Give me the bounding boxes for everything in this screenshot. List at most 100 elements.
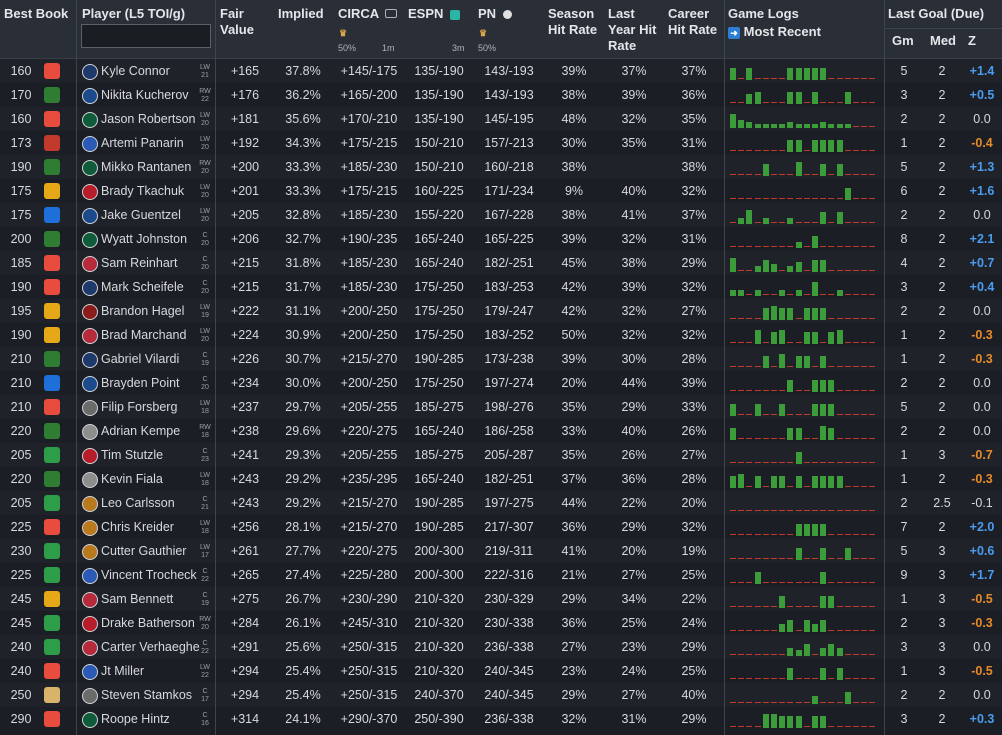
game-log-bars[interactable]: [730, 155, 880, 179]
draftkings-icon[interactable]: [44, 639, 60, 655]
table-row[interactable]: 160 Kyle Connor LW 21 +165 37.8% +145/-175 135/…: [0, 59, 1002, 83]
table-row[interactable]: 210 Gabriel Vilardi C 19 +226 30.7% +215/-270 1…: [0, 347, 1002, 371]
game-log-bars[interactable]: [730, 563, 880, 587]
table-row[interactable]: 190 Mark Scheifele C 20 +215 31.7% +185/-230 17…: [0, 275, 1002, 299]
table-row[interactable]: 220 Adrian Kempe RW 18 +238 29.6% +220/-275 165…: [0, 419, 1002, 443]
caesars-icon[interactable]: [44, 303, 60, 319]
caesars-icon[interactable]: [44, 591, 60, 607]
game-log-bars[interactable]: [730, 371, 880, 395]
draftkings-icon[interactable]: [44, 543, 60, 559]
fanatics-icon[interactable]: [44, 207, 60, 223]
table-row[interactable]: 250 Steven Stamkos C 17 +294 25.4% +250/-315 24…: [0, 683, 1002, 707]
header-gm[interactable]: Gm: [888, 28, 918, 58]
fanduel-icon[interactable]: [44, 279, 60, 295]
game-log-bars[interactable]: [730, 419, 880, 443]
table-row[interactable]: 200 Wyatt Johnston C 20 +206 32.7% +190/-235 16…: [0, 227, 1002, 251]
fanduel-icon[interactable]: [44, 255, 60, 271]
draftkings-icon[interactable]: [44, 495, 60, 511]
table-row[interactable]: 225 Chris Kreider LW 18 +256 28.1% +215/-270 19…: [0, 515, 1002, 539]
table-row[interactable]: 160 Jason Robertson LW 20 +181 35.6% +170/-210…: [0, 107, 1002, 131]
draftkings-icon[interactable]: [44, 615, 60, 631]
table-row[interactable]: 205 Leo Carlsson C 21 +243 29.2% +215/-270 190/…: [0, 491, 1002, 515]
table-row[interactable]: 175 Brady Tkachuk LW 20 +201 33.3% +175/-215 16…: [0, 179, 1002, 203]
fanduel-icon[interactable]: [44, 63, 60, 79]
game-log-bars[interactable]: [730, 59, 880, 83]
header-game-logs[interactable]: Game Logs ➜ Most Recent: [724, 0, 884, 58]
betmgm-icon[interactable]: [44, 231, 60, 247]
game-log-bars[interactable]: [730, 491, 880, 515]
game-log-bars[interactable]: [730, 107, 880, 131]
game-log-bars[interactable]: [730, 683, 880, 707]
header-pn[interactable]: PN ♛ 50%: [474, 0, 544, 58]
header-season-hit-rate[interactable]: Season Hit Rate: [544, 0, 604, 58]
header-espn[interactable]: ESPN 3m: [404, 0, 474, 58]
table-row[interactable]: 225 Vincent Trocheck C 22 +265 27.4% +225/-280…: [0, 563, 1002, 587]
draftkings-icon[interactable]: [44, 567, 60, 583]
table-row[interactable]: 220 Kevin Fiala LW 18 +243 29.2% +235/-295 165/…: [0, 467, 1002, 491]
table-row[interactable]: 230 Cutter Gauthier LW 17 +261 27.7% +220/-275…: [0, 539, 1002, 563]
game-log-bars[interactable]: [730, 83, 880, 107]
table-row[interactable]: 173 Artemi Panarin LW 20 +192 34.3% +175/-215 1…: [0, 131, 1002, 155]
table-row[interactable]: 245 Drake Batherson RW 20 +284 26.1% +245/-310…: [0, 611, 1002, 635]
fanduel-icon[interactable]: [44, 111, 60, 127]
header-med[interactable]: Med: [926, 28, 960, 58]
betmgm-icon[interactable]: [44, 159, 60, 175]
espnbet-icon[interactable]: [44, 687, 60, 703]
fanduel-icon[interactable]: [44, 663, 60, 679]
game-log-bars[interactable]: [730, 587, 880, 611]
betmgm-icon[interactable]: [44, 471, 60, 487]
table-row[interactable]: 210 Filip Forsberg LW 18 +237 29.7% +205/-255 1…: [0, 395, 1002, 419]
betmgm-icon[interactable]: [44, 351, 60, 367]
table-row[interactable]: 195 Brandon Hagel LW 19 +222 31.1% +200/-250 17…: [0, 299, 1002, 323]
header-circa[interactable]: CIRCA ♛ 50% 1m: [334, 0, 404, 58]
table-row[interactable]: 190 Brad Marchand LW 20 +224 30.9% +200/-250 17…: [0, 323, 1002, 347]
header-z[interactable]: Z: [964, 28, 980, 58]
betmgm-icon[interactable]: [44, 423, 60, 439]
draftkings-icon[interactable]: [44, 447, 60, 463]
game-log-bars[interactable]: [730, 659, 880, 683]
header-player[interactable]: Player (L5 TOI/g): [78, 0, 214, 58]
game-log-bars[interactable]: [730, 443, 880, 467]
caesars-icon[interactable]: [44, 327, 60, 343]
table-row[interactable]: 190 Mikko Rantanen RW 20 +200 33.3% +185/-230 1…: [0, 155, 1002, 179]
header-implied[interactable]: Implied: [274, 0, 332, 58]
header-best-book[interactable]: Best Book: [0, 0, 76, 58]
table-row[interactable]: 290 Roope Hintz C 16 +314 24.1% +290/-370 250/-…: [0, 707, 1002, 731]
game-log-bars[interactable]: [730, 467, 880, 491]
game-log-bars[interactable]: [730, 299, 880, 323]
fanduel-icon[interactable]: [44, 711, 60, 727]
game-log-bars[interactable]: [730, 131, 880, 155]
table-row[interactable]: 245 Sam Bennett C 19 +275 26.7% +230/-290 210/-…: [0, 587, 1002, 611]
table-row[interactable]: 210 Brayden Point C 20 +234 30.0% +200/-250 175…: [0, 371, 1002, 395]
header-last-year-hit-rate[interactable]: Last Year Hit Rate: [604, 0, 664, 58]
table-row[interactable]: 185 Sam Reinhart C 20 +215 31.8% +185/-230 165/…: [0, 251, 1002, 275]
game-log-bars[interactable]: [730, 323, 880, 347]
table-row[interactable]: 240 Jt Miller LW 22 +294 25.4% +250/-315 210/-3…: [0, 659, 1002, 683]
table-row[interactable]: 205 Tim Stutzle C 23 +241 29.3% +205/-255 185/-…: [0, 443, 1002, 467]
header-fair-value[interactable]: Fair Value: [216, 0, 274, 58]
caesars-icon[interactable]: [44, 183, 60, 199]
fanatics-icon[interactable]: [44, 375, 60, 391]
fanduel-icon[interactable]: [44, 399, 60, 415]
player-search-input[interactable]: [81, 24, 211, 48]
table-row[interactable]: 170 Nikita Kucherov RW 22 +176 36.2% +165/-200…: [0, 83, 1002, 107]
game-log-bars[interactable]: [730, 227, 880, 251]
game-log-bars[interactable]: [730, 515, 880, 539]
game-log-bars[interactable]: [730, 539, 880, 563]
game-log-bars[interactable]: [730, 707, 880, 731]
bet365-icon[interactable]: [44, 135, 60, 151]
game-log-bar: [844, 188, 851, 200]
game-log-bars[interactable]: [730, 635, 880, 659]
game-log-bars[interactable]: [730, 179, 880, 203]
table-row[interactable]: 175 Jake Guentzel LW 20 +205 32.8% +185/-230 15…: [0, 203, 1002, 227]
game-log-bars[interactable]: [730, 347, 880, 371]
game-log-bars[interactable]: [730, 203, 880, 227]
game-log-bars[interactable]: [730, 251, 880, 275]
fanduel-icon[interactable]: [44, 519, 60, 535]
game-log-bars[interactable]: [730, 275, 880, 299]
game-log-bars[interactable]: [730, 611, 880, 635]
game-log-bars[interactable]: [730, 395, 880, 419]
header-career-hit-rate[interactable]: Career Hit Rate: [664, 0, 724, 58]
betmgm-icon[interactable]: [44, 87, 60, 103]
table-row[interactable]: 240 Carter Verhaeghe C 22 +291 25.6% +250/-315…: [0, 635, 1002, 659]
